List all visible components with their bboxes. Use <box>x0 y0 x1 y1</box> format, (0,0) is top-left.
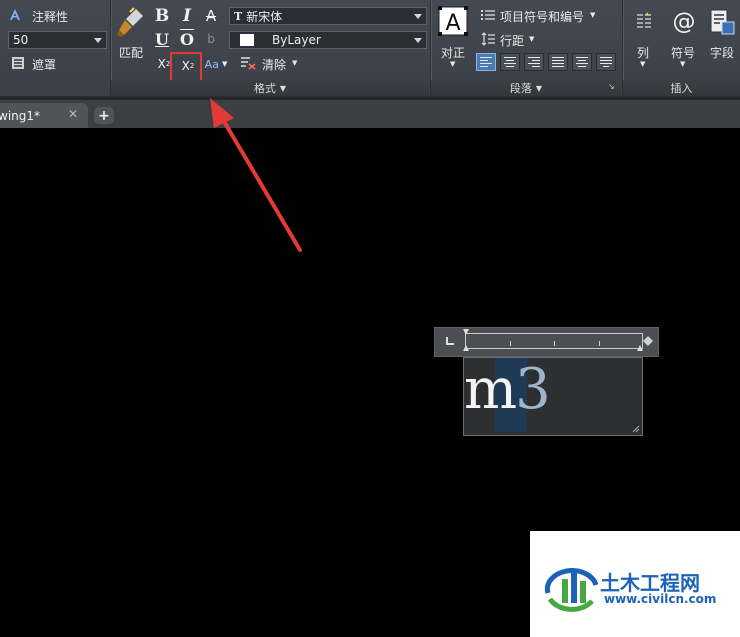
color-value: ByLayer <box>272 33 321 47</box>
symbol-label[interactable]: 符号 <box>671 44 695 61</box>
match-label[interactable]: 匹配 <box>119 44 143 61</box>
close-icon[interactable]: ✕ <box>68 107 78 121</box>
italic-button[interactable]: I <box>178 6 196 26</box>
justify-label[interactable]: 对正 <box>441 44 465 61</box>
watermark-logo-icon <box>544 568 599 612</box>
width-handle-icon[interactable] <box>643 336 653 346</box>
change-case-button[interactable]: Aa ▼ <box>203 55 229 73</box>
chevron-down-icon[interactable]: ▼ <box>292 59 297 67</box>
annotative-icon[interactable] <box>8 8 22 22</box>
bold-icon: B <box>154 6 170 26</box>
match-brush-icon[interactable] <box>116 6 146 40</box>
clear-label[interactable]: 清除 <box>262 56 286 73</box>
ribbon: 注释性 50 遮罩 匹配 B I A U O b X2 X2 Aa ▼ T 新宋… <box>0 0 740 97</box>
bullets-icon[interactable] <box>481 9 495 21</box>
columns-icon[interactable] <box>635 12 653 32</box>
align-left-button[interactable] <box>476 53 496 71</box>
indent-marker-icon[interactable] <box>463 329 469 335</box>
mtext-edit-area[interactable]: m3 <box>463 357 643 436</box>
clear-format-icon[interactable] <box>240 56 256 70</box>
overline-button[interactable]: O <box>178 29 196 49</box>
chevron-down-icon[interactable]: ▼ <box>529 35 534 43</box>
italic-icon: I <box>183 6 191 26</box>
mask-icon[interactable] <box>11 56 25 70</box>
justify-icon[interactable]: A <box>438 6 468 36</box>
underline-icon: U <box>155 29 169 49</box>
annotative-label[interactable]: 注释性 <box>32 8 68 25</box>
bold-button[interactable]: B <box>153 6 171 26</box>
font-select[interactable]: T 新宋体 <box>229 7 427 25</box>
chevron-down-icon <box>414 38 422 43</box>
color-select[interactable]: ByLayer <box>229 31 427 49</box>
line-spacing-icon[interactable] <box>481 32 495 46</box>
chevron-down-icon: ▼ <box>535 83 543 93</box>
plus-icon: + <box>98 107 110 124</box>
symbol-icon[interactable]: @ <box>671 8 697 36</box>
text-height-value: 50 <box>13 33 29 47</box>
mask-label[interactable]: 遮罩 <box>32 56 56 73</box>
distribute-align-button[interactable] <box>572 53 592 71</box>
mtext-content[interactable]: m3 <box>464 354 551 426</box>
paragraph-panel-footer[interactable]: 段落 ▼ <box>431 80 621 96</box>
chevron-down-icon[interactable]: ▼ <box>640 60 645 68</box>
watermark: 土木工程网 www.civilcn.com <box>530 531 740 637</box>
insert-panel-footer[interactable]: 插入 <box>623 80 740 96</box>
font-value: 新宋体 <box>246 9 283 24</box>
document-tab[interactable]: wing1* ✕ <box>0 103 88 128</box>
overline-icon: O <box>180 29 194 49</box>
chevron-down-icon <box>414 14 422 19</box>
text-selected: 3 <box>515 357 551 422</box>
chevron-down-icon <box>94 38 102 43</box>
tab-stop-icon[interactable] <box>445 336 455 346</box>
document-tab-label: wing1* <box>0 108 41 123</box>
text-height-select[interactable]: 50 <box>8 31 107 49</box>
insert-panel-label: 插入 <box>670 82 693 95</box>
watermark-url: www.civilcn.com <box>604 592 717 606</box>
column-label[interactable]: 列 <box>637 44 649 61</box>
ruler-tick <box>554 341 555 346</box>
text-ruler[interactable] <box>434 327 659 357</box>
align-center-button[interactable] <box>500 53 520 71</box>
chevron-down-icon[interactable]: ▼ <box>680 60 685 68</box>
align-right-button[interactable] <box>524 53 544 71</box>
truetype-font-icon: T <box>234 9 243 23</box>
indent-marker-icon[interactable] <box>463 345 469 351</box>
strikethrough-icon: A <box>205 7 217 25</box>
format-panel-footer[interactable]: 格式 ▼ <box>111 80 429 96</box>
stack-icon: b <box>207 32 215 46</box>
field-label[interactable]: 字段 <box>710 44 734 61</box>
chevron-down-icon: ▼ <box>279 83 287 93</box>
new-tab-button[interactable]: + <box>94 107 114 124</box>
chevron-down-icon: ▼ <box>221 60 228 68</box>
svg-text:A: A <box>445 11 460 36</box>
chevron-down-icon[interactable]: ▼ <box>450 60 455 68</box>
text-main: m <box>464 357 517 422</box>
ruler-track[interactable] <box>463 329 643 351</box>
resize-grip-icon[interactable] <box>632 425 640 433</box>
color-swatch <box>240 34 254 46</box>
stack-button[interactable]: b <box>202 30 220 48</box>
dialog-launcher-icon[interactable]: ↘ <box>608 82 615 91</box>
ruler-tick <box>599 341 600 346</box>
paragraph-panel-label: 段落 <box>509 82 532 95</box>
distributed-align-button[interactable] <box>596 53 616 71</box>
document-tab-bar: wing1* ✕ + <box>0 97 740 128</box>
format-panel-label: 格式 <box>253 82 276 95</box>
strikethrough-button[interactable]: A <box>202 7 220 25</box>
superscript-icon: X <box>157 57 166 71</box>
field-icon[interactable] <box>710 8 736 36</box>
bullets-label[interactable]: 项目符号和编号 <box>500 8 584 25</box>
line-spacing-label[interactable]: 行距 <box>500 32 524 49</box>
change-case-icon: Aa <box>204 57 219 71</box>
ruler-tick <box>510 341 511 346</box>
justify-align-button[interactable] <box>548 53 568 71</box>
underline-button[interactable]: U <box>153 29 171 49</box>
at-sign-icon: @ <box>672 9 696 35</box>
chevron-down-icon[interactable]: ▼ <box>590 11 595 19</box>
